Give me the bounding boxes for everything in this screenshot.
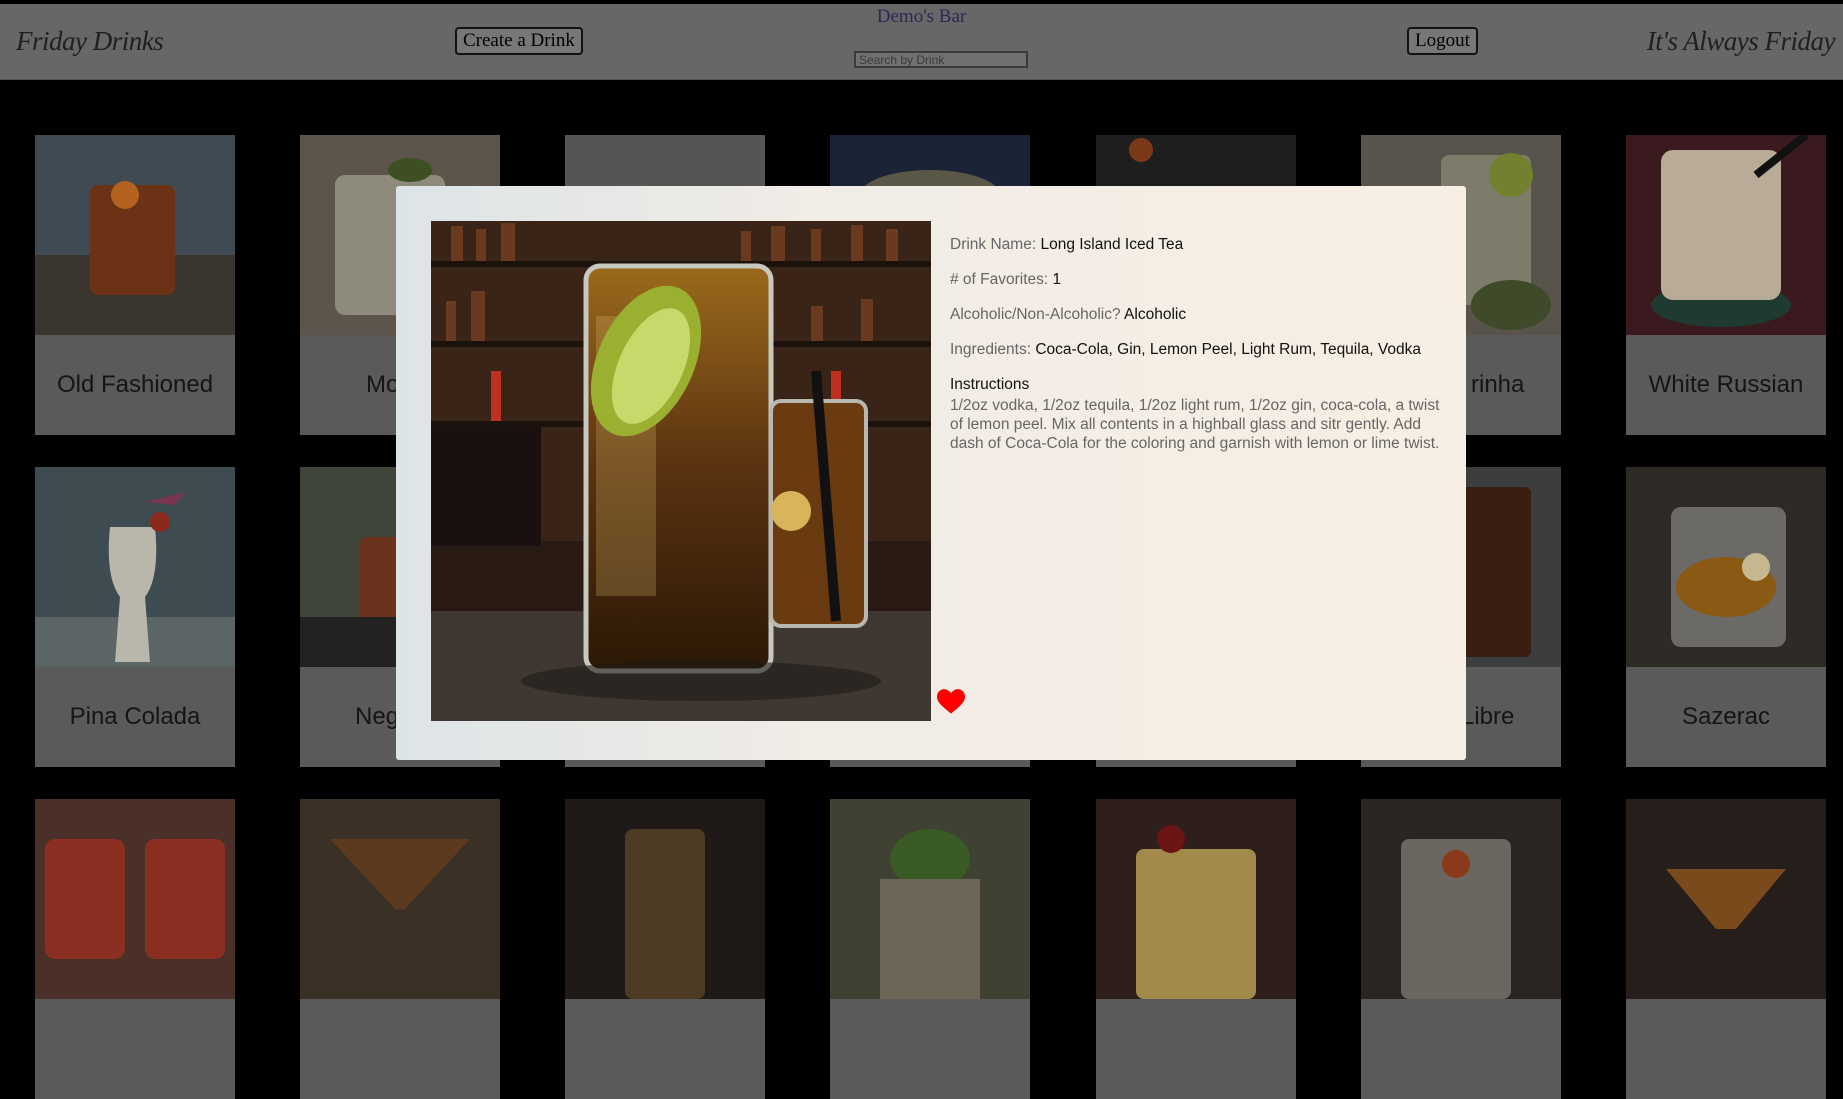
drink-thumbnail (35, 467, 235, 667)
drink-name: Sazerac (1681, 703, 1771, 730)
drink-name: Old Fashioned (56, 371, 214, 398)
drink-name: Pina Colada (69, 703, 201, 730)
drink-card[interactable] (300, 799, 500, 1099)
drink-card[interactable] (565, 799, 765, 1099)
drink-thumbnail (300, 799, 500, 999)
drink-thumbnail (1626, 467, 1826, 667)
favorites-label: # of Favorites: (950, 271, 1049, 288)
drink-card[interactable] (35, 799, 235, 1099)
drink-thumbnail (1361, 799, 1561, 999)
favorites-count: 1 (1052, 271, 1062, 288)
drink-thumbnail (830, 799, 1030, 999)
drink-thumbnail (35, 799, 235, 999)
drink-name-label: Drink Name: (950, 236, 1037, 253)
drink-thumbnail (1626, 135, 1826, 335)
drink-thumbnail (565, 799, 765, 999)
ingredients-label: Ingredients: (950, 341, 1031, 358)
drink-thumbnail (35, 135, 235, 335)
instructions-text: 1/2oz vodka, 1/2oz tequila, 1/2oz light … (950, 397, 1440, 452)
drink-card[interactable]: White Russian (1626, 135, 1826, 435)
favorites-row: # of Favorites: 1 (950, 271, 1450, 289)
drink-card[interactable]: Pina Colada (35, 467, 235, 767)
drink-thumbnail (1626, 799, 1826, 999)
drink-card[interactable] (1096, 799, 1296, 1099)
drink-details: Drink Name: Long Island Iced Tea # of Fa… (950, 236, 1450, 453)
drink-detail-modal: Drink Name: Long Island Iced Tea # of Fa… (396, 186, 1466, 760)
alcoholic-label: Alcoholic/Non-Alcoholic? (950, 306, 1121, 323)
drink-thumbnail (1096, 799, 1296, 999)
favorite-heart-icon[interactable] (937, 689, 965, 715)
drink-card[interactable]: Sazerac (1626, 467, 1826, 767)
alcoholic-value: Alcoholic (1124, 306, 1187, 323)
drink-name: White Russian (1648, 371, 1804, 398)
drink-photo (431, 221, 931, 721)
drink-card[interactable] (1361, 799, 1561, 1099)
drink-name-row: Drink Name: Long Island Iced Tea (950, 236, 1450, 254)
drink-name-value: Long Island Iced Tea (1040, 236, 1184, 253)
instructions-heading: Instructions (950, 376, 1030, 393)
alcoholic-row: Alcoholic/Non-Alcoholic? Alcoholic (950, 306, 1450, 324)
drink-card[interactable] (1626, 799, 1826, 1099)
ingredients-value: Coca-Cola, Gin, Lemon Peel, Light Rum, T… (1035, 341, 1422, 358)
ingredients-row: Ingredients: Coca-Cola, Gin, Lemon Peel,… (950, 341, 1450, 359)
drink-card[interactable] (830, 799, 1030, 1099)
drink-card[interactable]: Old Fashioned (35, 135, 235, 435)
